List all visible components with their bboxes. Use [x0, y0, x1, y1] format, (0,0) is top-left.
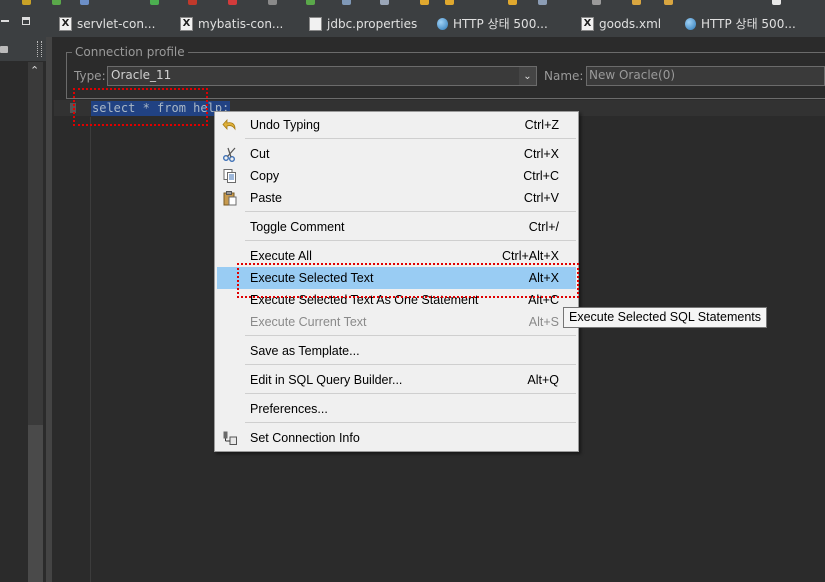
toolbar-icon[interactable]: [52, 0, 61, 5]
menu-item-undo-typing[interactable]: Undo Typing Ctrl+Z: [217, 114, 576, 136]
x-file-icon: X: [180, 16, 193, 31]
menu-item-execute-all[interactable]: Execute All Ctrl+Alt+X: [217, 245, 576, 267]
menu-item-save-as-template[interactable]: Save as Template...: [217, 340, 576, 362]
menu-separator: [245, 138, 576, 139]
toolbar-icon[interactable]: [150, 0, 159, 5]
toolbar-icon[interactable]: [664, 0, 673, 5]
type-select-value: Oracle_11: [111, 68, 172, 82]
drag-handle-icon[interactable]: [37, 41, 42, 57]
tab-goods-xml[interactable]: X goods.xml: [581, 10, 661, 37]
toolbar-icon[interactable]: [342, 0, 351, 5]
toolbar-icon[interactable]: [592, 0, 601, 5]
menu-item-preferences[interactable]: Preferences...: [217, 398, 576, 420]
selected-sql-text[interactable]: select * from help;: [91, 101, 231, 116]
tab-servlet-config[interactable]: X servlet-con...: [59, 10, 155, 37]
toolbar-icon[interactable]: [228, 0, 237, 5]
x-file-icon: X: [59, 16, 72, 31]
chevron-up-icon[interactable]: ⌃: [30, 64, 39, 77]
globe-icon: [437, 17, 448, 30]
connection-profile-legend: Connection profile: [72, 45, 188, 59]
x-file-icon: X: [581, 16, 594, 31]
globe-icon: [685, 17, 696, 30]
toolbar-icon[interactable]: [445, 0, 454, 5]
editor-tab-bar: X servlet-con... X mybatis-con... jdbc.p…: [0, 10, 825, 38]
menu-item-cut[interactable]: Cut Ctrl+X: [217, 143, 576, 165]
menu-item-paste[interactable]: Paste Ctrl+V: [217, 187, 576, 209]
tab-jdbc-properties[interactable]: jdbc.properties: [309, 10, 417, 37]
toolbar-icon[interactable]: [538, 0, 547, 5]
toolbar-icon[interactable]: [80, 0, 89, 5]
type-select[interactable]: Oracle_11: [107, 66, 537, 86]
pin-icon[interactable]: [0, 46, 8, 53]
toolbar-icon[interactable]: [306, 0, 315, 5]
minimize-icon[interactable]: [1, 20, 9, 22]
chevron-down-icon[interactable]: ⌄: [519, 67, 536, 85]
toolbar-icon[interactable]: [420, 0, 429, 5]
menu-item-toggle-comment[interactable]: Toggle Comment Ctrl+/: [217, 216, 576, 238]
left-panel-scroll-thumb[interactable]: [28, 425, 43, 582]
tab-http-status-500-2[interactable]: HTTP 상태 500...: [685, 10, 796, 37]
tooltip: Execute Selected SQL Statements: [563, 307, 768, 328]
name-field[interactable]: New Oracle(0): [586, 66, 825, 86]
name-field-value: New Oracle(0): [589, 68, 676, 82]
toolbar-icon[interactable]: [380, 0, 389, 5]
menu-item-copy[interactable]: Copy Ctrl+C: [217, 165, 576, 187]
name-label: Name:: [544, 69, 584, 83]
type-label: Type:: [74, 69, 106, 83]
toolbar-icon[interactable]: [188, 0, 197, 5]
menu-item-execute-selected-text[interactable]: Execute Selected Text Alt+X: [217, 267, 576, 289]
line-marker: [70, 103, 76, 113]
document-icon: [309, 16, 322, 31]
tab-http-status-500[interactable]: HTTP 상태 500...: [437, 10, 548, 37]
menu-separator: [245, 211, 576, 212]
menu-separator: [245, 422, 576, 423]
menu-item-edit-in-query-builder[interactable]: Edit in SQL Query Builder... Alt+Q: [217, 369, 576, 391]
menu-item-execute-selected-as-one[interactable]: Execute Selected Text As One Statement A…: [217, 289, 576, 311]
tab-mybatis-config[interactable]: X mybatis-con...: [180, 10, 283, 37]
main-toolbar: [0, 0, 825, 10]
toolbar-icon[interactable]: [268, 0, 277, 5]
paste-icon: [222, 190, 238, 206]
copy-icon: [222, 168, 238, 184]
gutter-divider: [90, 117, 91, 582]
toolbar-icon[interactable]: [508, 0, 517, 5]
menu-item-execute-current-text: Execute Current Text Alt+S: [250, 315, 559, 329]
menu-separator: [245, 240, 576, 241]
menu-separator: [245, 364, 576, 365]
left-panel-toolbar: [0, 37, 46, 61]
connection-info-icon: [222, 430, 238, 446]
toolbar-icon[interactable]: [772, 0, 781, 5]
menu-item-set-connection-info[interactable]: Set Connection Info: [217, 427, 576, 449]
undo-icon: [222, 117, 238, 133]
scissors-icon: [222, 146, 238, 162]
context-menu: Undo Typing Ctrl+Z Cut Ctrl+X Copy Ctrl+…: [214, 111, 579, 452]
menu-separator: [245, 393, 576, 394]
maximize-icon[interactable]: [22, 17, 30, 25]
menu-separator: [245, 335, 576, 336]
toolbar-icon[interactable]: [22, 0, 31, 5]
toolbar-icon[interactable]: [632, 0, 641, 5]
